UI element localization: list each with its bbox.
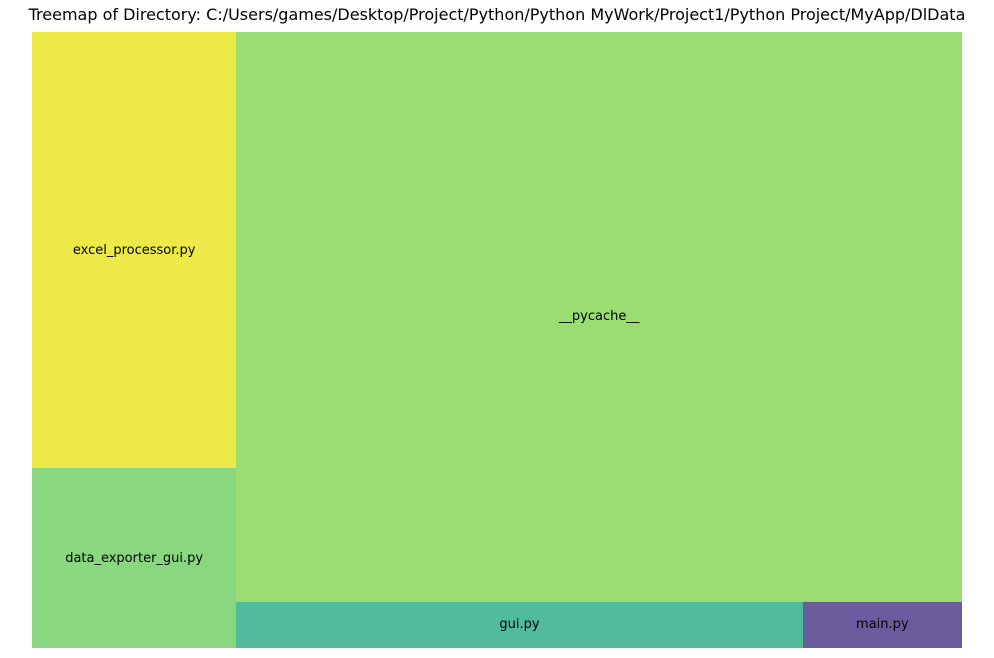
treemap-tile-label: main.py [856, 617, 909, 633]
chart-title: Treemap of Directory: C:/Users/games/Des… [28, 5, 966, 24]
treemap-tile: __pycache__ [236, 32, 962, 602]
treemap-tile: gui.py [236, 601, 803, 648]
treemap-tile-label: gui.py [499, 617, 540, 633]
treemap-tile: main.py [802, 601, 962, 648]
treemap-plot-area: excel_processor.py data_exporter_gui.py __… [32, 32, 962, 648]
treemap-tile-label: data_exporter_gui.py [65, 550, 204, 566]
treemap-tile-label: __pycache__ [558, 309, 640, 325]
treemap-tile: excel_processor.py [32, 32, 237, 468]
treemap-tile: data_exporter_gui.py [32, 468, 237, 648]
treemap-tile-label: excel_processor.py [72, 242, 196, 258]
